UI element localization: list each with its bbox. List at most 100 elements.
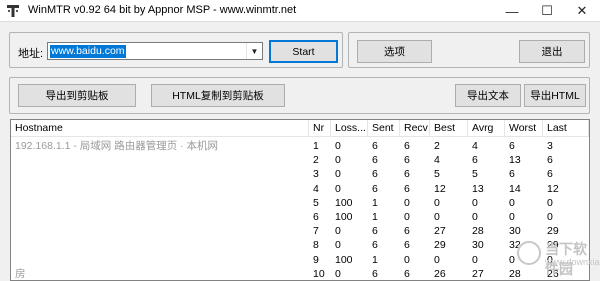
cell-hostname <box>11 183 15 196</box>
close-icon: ✕ <box>576 3 588 18</box>
column-header-loss[interactable]: Loss... <box>331 120 368 137</box>
column-header-hostname[interactable]: Hostname <box>11 120 309 137</box>
table-row[interactable]: 3 0 6 6 5 5 6 6 <box>11 168 589 181</box>
cell-loss: 0 <box>335 239 341 252</box>
cell-worst: 0 <box>509 253 515 266</box>
close-button[interactable]: ✕ <box>565 0 599 22</box>
cell-nr: 5 <box>313 196 319 209</box>
column-header-best[interactable]: Best <box>430 120 468 137</box>
cell-best: 29 <box>434 239 446 252</box>
cell-hostname <box>11 225 15 238</box>
table-header: Hostname Nr Loss... Sent Recv Best Avrg … <box>11 120 589 137</box>
cell-best: 27 <box>434 225 446 238</box>
cell-nr: 10 <box>313 267 325 280</box>
options-button[interactable]: 选项 <box>357 40 432 63</box>
title-bar: WinMTR v0.92 64 bit by Appnor MSP - www.… <box>0 0 600 22</box>
host-input-value[interactable]: www.baidu.com <box>50 45 126 58</box>
cell-recv: 6 <box>404 140 410 152</box>
window-title: WinMTR v0.92 64 bit by Appnor MSP - www.… <box>28 4 297 16</box>
cell-sent: 6 <box>372 267 378 280</box>
column-header-avrg[interactable]: Avrg <box>468 120 505 137</box>
export-text-button[interactable]: 导出文本 <box>455 84 521 107</box>
cell-nr: 6 <box>313 211 319 223</box>
cell-avrg: 28 <box>472 225 484 238</box>
cell-loss: 0 <box>335 267 341 280</box>
table-row[interactable]: 6 100 1 0 0 0 0 0 <box>11 211 589 224</box>
table-row[interactable]: 房 10 0 6 6 26 27 28 26 <box>11 267 589 280</box>
cell-hostname: 房 <box>15 267 26 280</box>
column-header-worst[interactable]: Worst <box>505 120 543 137</box>
maximize-button[interactable]: ☐ <box>530 0 564 22</box>
winmtr-app-icon <box>7 5 19 17</box>
cell-hostname <box>11 254 15 267</box>
cell-nr: 3 <box>313 168 319 181</box>
watermark-logo-icon <box>517 241 541 265</box>
copy-html-to-clipboard-button[interactable]: HTML复制到剪贴板 <box>151 84 285 107</box>
cell-sent: 6 <box>372 140 378 152</box>
table-row[interactable]: 4 0 6 6 12 13 14 12 <box>11 183 589 196</box>
cell-nr: 1 <box>313 140 319 152</box>
cell-recv: 6 <box>404 154 410 167</box>
cell-hostname <box>11 197 15 210</box>
cell-hostname <box>11 154 15 167</box>
table-row[interactable]: 5 100 1 0 0 0 0 0 <box>11 197 589 210</box>
table-row[interactable]: 8 0 6 6 29 30 32 29 <box>11 239 589 252</box>
column-header-last[interactable]: Last <box>543 120 589 137</box>
table-row[interactable]: 7 0 6 6 27 28 30 29 <box>11 225 589 238</box>
minimize-button[interactable]: — <box>495 0 529 22</box>
export-html-button[interactable]: 导出HTML <box>524 84 586 107</box>
cell-recv: 0 <box>404 196 410 209</box>
start-button[interactable]: Start <box>269 40 338 63</box>
table-row[interactable]: 9 100 1 0 0 0 0 0 <box>11 254 589 267</box>
cell-sent: 6 <box>372 168 378 181</box>
maximize-icon: ☐ <box>541 3 553 18</box>
cell-nr: 4 <box>313 182 319 195</box>
column-header-recv[interactable]: Recv <box>400 120 430 137</box>
cell-best: 0 <box>434 196 440 209</box>
cell-best: 2 <box>434 140 440 152</box>
cell-hostname <box>11 168 15 181</box>
watermark-line2: www.downxia.com <box>545 257 600 267</box>
table-row[interactable]: 192.168.1.1 - 局域网 路由器管理页 · 本机网 1 0 6 6 2 4 6 3 <box>11 140 589 153</box>
column-header-sent[interactable]: Sent <box>368 120 400 137</box>
copy-text-to-clipboard-button[interactable]: 导出到剪贴板 <box>18 84 136 107</box>
cell-worst: 0 <box>509 196 515 209</box>
exit-button[interactable]: 退出 <box>519 40 585 63</box>
cell-avrg: 0 <box>472 211 478 223</box>
cell-best: 12 <box>434 182 446 195</box>
cell-best: 5 <box>434 168 440 181</box>
cell-best: 0 <box>434 211 440 223</box>
cell-avrg: 27 <box>472 267 484 280</box>
host-label: 地址: <box>18 48 44 60</box>
cell-sent: 1 <box>372 196 378 209</box>
cell-last: 0 <box>547 196 553 209</box>
cell-nr: 7 <box>313 225 319 238</box>
cell-loss: 0 <box>335 140 341 152</box>
cell-worst: 6 <box>509 168 515 181</box>
cell-loss: 100 <box>335 211 353 223</box>
cell-sent: 6 <box>372 239 378 252</box>
cell-hostname <box>11 239 15 252</box>
cell-recv: 0 <box>404 253 410 266</box>
cell-recv: 6 <box>404 168 410 181</box>
minimize-icon: — <box>505 3 519 19</box>
chevron-down-icon[interactable]: ▼ <box>246 43 262 59</box>
cell-avrg: 0 <box>472 253 478 266</box>
cell-sent: 1 <box>372 253 378 266</box>
cell-recv: 0 <box>404 211 410 223</box>
watermark: 当下软件园 www.downxia.com <box>517 235 600 279</box>
host-combobox[interactable]: www.baidu.com ▼ <box>47 42 263 60</box>
cell-worst: 13 <box>509 154 521 167</box>
cell-recv: 6 <box>404 267 410 280</box>
cell-avrg: 30 <box>472 239 484 252</box>
cell-last: 12 <box>547 182 559 195</box>
cell-last: 3 <box>547 140 553 152</box>
cell-last: 6 <box>547 154 553 167</box>
cell-loss: 0 <box>335 168 341 181</box>
cell-best: 0 <box>434 253 440 266</box>
column-header-nr[interactable]: Nr <box>309 120 331 137</box>
results-table[interactable]: Hostname Nr Loss... Sent Recv Best Avrg … <box>10 119 590 281</box>
cell-worst: 14 <box>509 182 521 195</box>
table-row[interactable]: 2 0 6 6 4 6 13 6 <box>11 154 589 167</box>
cell-hostname <box>11 211 15 224</box>
